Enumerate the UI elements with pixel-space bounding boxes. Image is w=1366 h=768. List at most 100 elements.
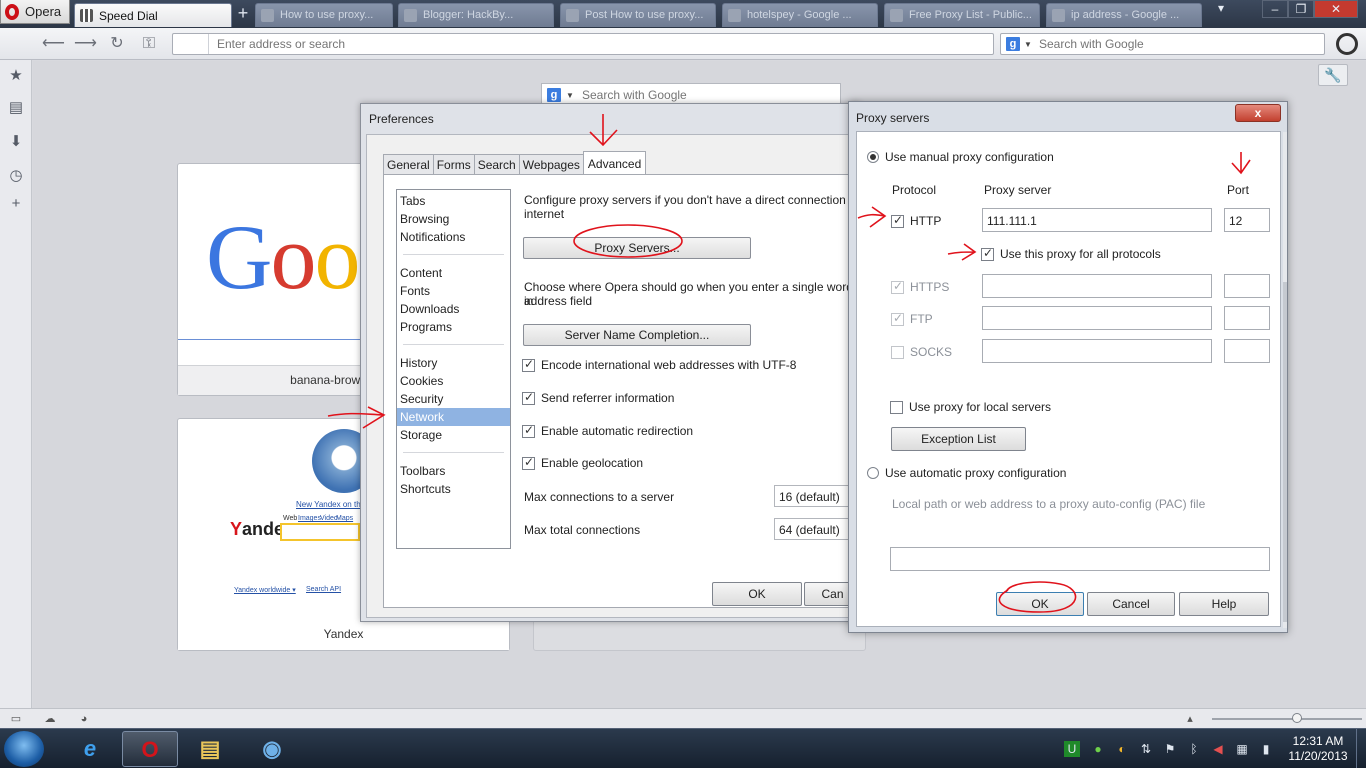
- bluetooth-icon[interactable]: ᛒ: [1186, 741, 1202, 757]
- notes-icon[interactable]: ▤: [6, 98, 26, 118]
- forward-button[interactable]: ⟶: [74, 33, 97, 55]
- wrench-icon[interactable]: 🔧: [1318, 64, 1348, 86]
- redirection-checkbox[interactable]: Enable automatic redirection: [522, 423, 693, 438]
- checkbox-box[interactable]: [522, 390, 535, 405]
- downloads-icon[interactable]: ⬇: [6, 132, 26, 152]
- bookmarks-star-icon[interactable]: ★: [6, 66, 26, 86]
- history-clock-icon[interactable]: ◷: [6, 166, 26, 186]
- window-close-button[interactable]: ✕: [1314, 0, 1358, 18]
- chevron-down-icon[interactable]: ▼: [566, 91, 574, 100]
- section-network[interactable]: Network: [397, 408, 510, 426]
- checkbox-box[interactable]: [890, 400, 903, 414]
- section-shortcuts[interactable]: Shortcuts: [397, 480, 510, 498]
- geolocation-checkbox[interactable]: Enable geolocation: [522, 455, 643, 470]
- section-content[interactable]: Content: [397, 264, 510, 282]
- checkbox-box[interactable]: [522, 357, 535, 372]
- proxy-scrollbar[interactable]: [1283, 132, 1287, 628]
- show-desktop-button[interactable]: [1356, 729, 1366, 768]
- checkbox-box[interactable]: [522, 423, 535, 438]
- key-icon[interactable]: ⚿: [138, 33, 160, 55]
- speedometer-icon[interactable]: ◕: [76, 712, 92, 726]
- radio-button[interactable]: [867, 467, 879, 479]
- pac-url-input[interactable]: [890, 547, 1270, 571]
- media-player-icon[interactable]: ◉: [244, 731, 300, 767]
- tray-app-icon[interactable]: ●: [1090, 741, 1106, 757]
- section-security[interactable]: Security: [397, 390, 510, 408]
- tray-app-icon[interactable]: ◐: [1114, 741, 1130, 757]
- tab-general[interactable]: General: [383, 154, 434, 174]
- minimize-button[interactable]: –: [1262, 0, 1288, 18]
- tab-list-icon[interactable]: ▾: [1208, 0, 1234, 18]
- opera-menu-button[interactable]: Opera: [0, 0, 70, 24]
- battery-icon[interactable]: ▮: [1258, 741, 1274, 757]
- restore-button[interactable]: ❐: [1288, 0, 1314, 18]
- proxy-servers-button[interactable]: Proxy Servers...: [523, 237, 751, 259]
- ftp-port-input[interactable]: [1224, 306, 1270, 330]
- tab[interactable]: ip address - Google ...: [1046, 3, 1202, 27]
- section-tabs[interactable]: Tabs: [397, 192, 510, 210]
- section-browsing[interactable]: Browsing: [397, 210, 510, 228]
- network-icon[interactable]: ⇅: [1138, 741, 1154, 757]
- checkbox-box[interactable]: [981, 246, 994, 261]
- https-server-input[interactable]: [982, 274, 1212, 298]
- https-port-input[interactable]: [1224, 274, 1270, 298]
- taskbar-clock[interactable]: 12:31 AM 11/20/2013: [1284, 734, 1352, 764]
- start-button[interactable]: [4, 731, 44, 767]
- checkbox-box[interactable]: [891, 311, 904, 326]
- section-toolbars[interactable]: Toolbars: [397, 462, 510, 480]
- server-name-completion-button[interactable]: Server Name Completion...: [523, 324, 751, 346]
- proxy-help-button[interactable]: Help: [1179, 592, 1269, 616]
- local-servers-checkbox[interactable]: Use proxy for local servers: [890, 400, 1051, 414]
- tab-forms[interactable]: Forms: [432, 154, 475, 174]
- cloud-icon[interactable]: ☁: [42, 712, 58, 726]
- http-server-input[interactable]: 111.111.1: [982, 208, 1212, 232]
- new-tab-button[interactable]: +: [234, 4, 252, 23]
- opera-menu-icon[interactable]: [1336, 33, 1358, 55]
- action-center-flag-icon[interactable]: ⚑: [1162, 741, 1178, 757]
- proxy-ok-button[interactable]: OK: [996, 592, 1084, 616]
- tab-speed-dial[interactable]: Speed Dial: [74, 3, 232, 27]
- radio-button[interactable]: [867, 151, 879, 163]
- section-storage[interactable]: Storage: [397, 426, 510, 444]
- http-port-input[interactable]: 12: [1224, 208, 1270, 232]
- ftp-server-input[interactable]: [982, 306, 1212, 330]
- speed-dial-search-input[interactable]: [582, 88, 822, 102]
- address-input[interactable]: [217, 37, 977, 51]
- manual-proxy-radio[interactable]: Use manual proxy configuration: [867, 150, 1054, 164]
- volume-icon[interactable]: ◀: [1210, 741, 1226, 757]
- zoom-slider-thumb[interactable]: [1292, 713, 1302, 723]
- use-for-all-checkbox[interactable]: Use this proxy for all protocols: [981, 246, 1161, 261]
- tab-search[interactable]: Search: [473, 154, 520, 174]
- socks-server-input[interactable]: [982, 339, 1212, 363]
- search-input[interactable]: [1039, 37, 1309, 51]
- section-notifications[interactable]: Notifications: [397, 228, 510, 246]
- tab[interactable]: Blogger: HackBy...: [398, 3, 554, 27]
- checkbox-box[interactable]: [522, 455, 535, 470]
- opera-taskbar-icon[interactable]: O: [122, 731, 178, 767]
- tab-advanced[interactable]: Advanced: [582, 151, 647, 175]
- view-icon[interactable]: ▴: [1182, 712, 1198, 726]
- internet-explorer-icon[interactable]: e: [62, 731, 118, 767]
- section-programs[interactable]: Programs: [397, 318, 510, 336]
- referrer-checkbox[interactable]: Send referrer information: [522, 390, 674, 405]
- utorrent-icon[interactable]: U: [1064, 741, 1080, 757]
- tab[interactable]: How to use proxy...: [255, 3, 393, 27]
- section-history[interactable]: History: [397, 354, 510, 372]
- close-icon[interactable]: x: [1235, 104, 1281, 122]
- exception-list-button[interactable]: Exception List: [891, 427, 1026, 451]
- section-fonts[interactable]: Fonts: [397, 282, 510, 300]
- tab[interactable]: hotelspey - Google ...: [722, 3, 878, 27]
- checkbox-box[interactable]: [891, 279, 904, 294]
- tab-webpages[interactable]: Webpages: [518, 154, 584, 174]
- utf8-checkbox[interactable]: Encode international web addresses with …: [522, 357, 796, 372]
- panel-toggle-icon[interactable]: ▭: [8, 712, 24, 726]
- reload-button[interactable]: ↻: [106, 33, 128, 55]
- section-downloads[interactable]: Downloads: [397, 300, 510, 318]
- address-bar[interactable]: [172, 33, 994, 55]
- preferences-ok-button[interactable]: OK: [712, 582, 802, 606]
- ftp-checkbox[interactable]: FTP: [891, 311, 933, 326]
- file-explorer-icon[interactable]: ▤: [182, 731, 238, 767]
- https-checkbox[interactable]: HTTPS: [891, 279, 949, 294]
- search-box[interactable]: g ▼: [1000, 33, 1325, 55]
- auto-proxy-radio[interactable]: Use automatic proxy configuration: [867, 466, 1066, 480]
